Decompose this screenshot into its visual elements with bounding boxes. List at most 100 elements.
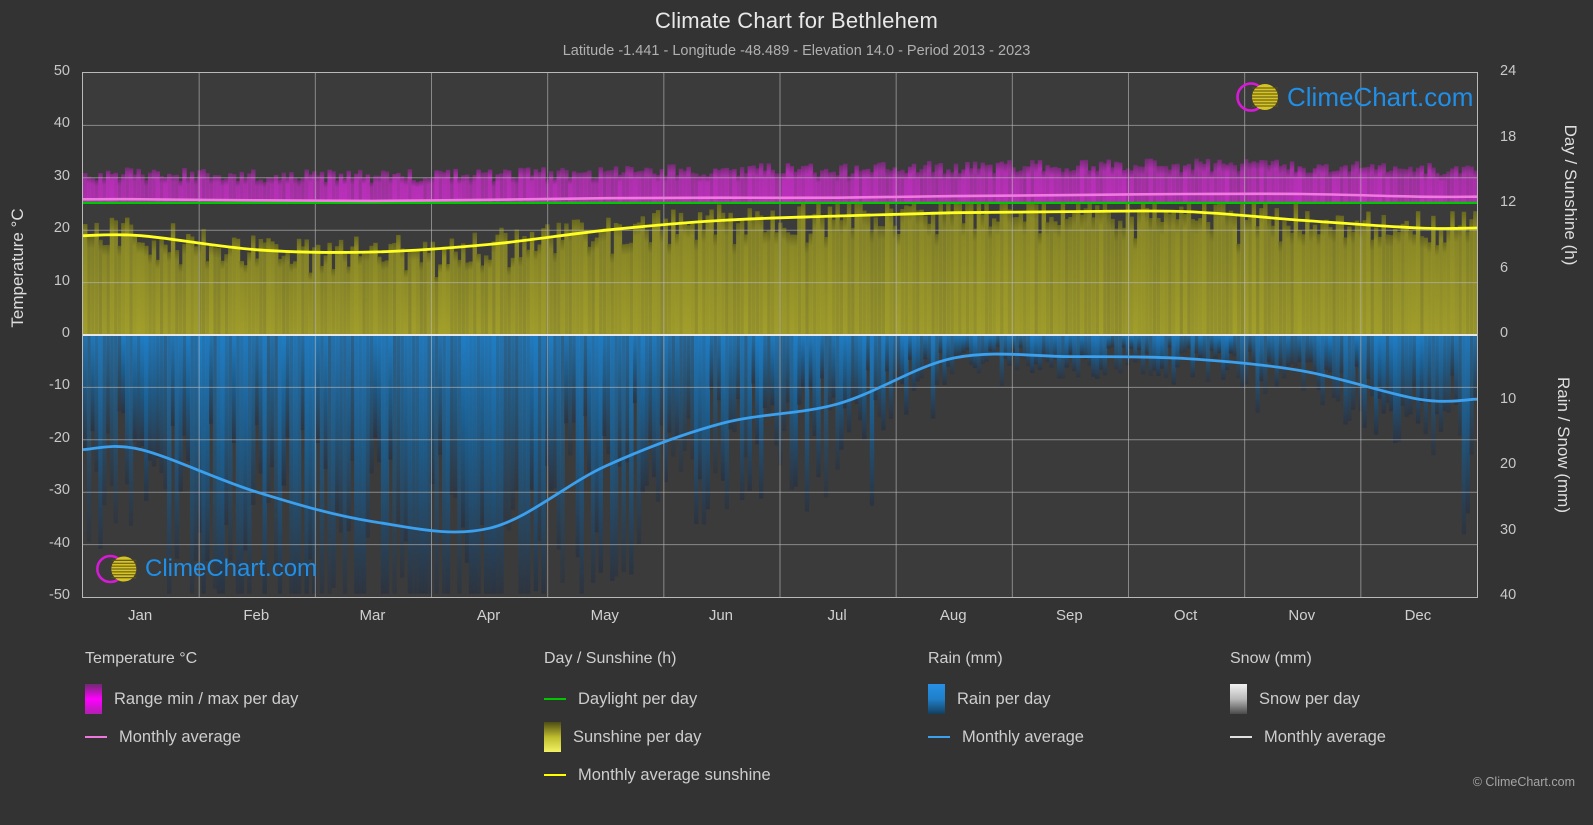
- sunshine-day-bar: [380, 261, 386, 335]
- rain-day-bar: [1354, 335, 1360, 367]
- sunshine-day-bar: [384, 260, 390, 335]
- climechart-logo-text: ClimeChart.com: [1287, 81, 1474, 112]
- sunshine-day-bar: [526, 249, 531, 335]
- sunshine-day-bar: [1255, 226, 1260, 335]
- rain-day-bar: [991, 335, 997, 355]
- rain-day-bar: [1121, 335, 1127, 348]
- sunshine-day-bar: [449, 238, 455, 335]
- sunshine-day-bar: [739, 218, 745, 335]
- sunshine-day-bar: [445, 264, 451, 335]
- sunshine-day-bar: [1324, 219, 1329, 335]
- sunshine-day-bar: [781, 227, 787, 335]
- rain-day-bar: [1301, 335, 1306, 392]
- sunshine-day-bar: [1125, 201, 1131, 335]
- sunshine-day-bar: [1049, 216, 1054, 335]
- rain-day-bar: [254, 335, 260, 425]
- sunshine-day-bar: [1312, 224, 1318, 335]
- rain-day-bar: [1396, 335, 1402, 442]
- sunshine-day-bar: [254, 258, 260, 335]
- sunshine-day-bar: [94, 222, 99, 335]
- rain-day-bar: [736, 335, 741, 400]
- sunshine-day-bar: [419, 262, 424, 335]
- legend-item[interactable]: Rain per day: [928, 680, 1084, 718]
- sunshine-day-bar: [785, 232, 791, 335]
- y-axis-right-top-title: Day / Sunshine (h): [1561, 124, 1580, 266]
- rain-day-bar: [1431, 335, 1436, 456]
- rain-day-bar: [102, 335, 107, 506]
- sunshine-day-bar: [1308, 229, 1314, 335]
- rain-day-bar: [1106, 335, 1111, 349]
- legend-item[interactable]: Monthly average: [85, 718, 298, 756]
- legend-heading: Snow (mm): [1230, 650, 1312, 667]
- sunshine-day-bar: [1011, 217, 1016, 335]
- legend-item[interactable]: Monthly average sunshine: [544, 756, 771, 794]
- sunshine-day-bar: [361, 251, 367, 335]
- rain-day-bar: [564, 335, 569, 424]
- sunshine-day-bar: [83, 224, 88, 335]
- rain-day-bar: [1079, 335, 1085, 357]
- sunshine-day-bar: [243, 265, 248, 335]
- rain-day-bar: [1454, 335, 1459, 405]
- legend-line-key: [928, 736, 950, 738]
- rain-day-bar: [781, 335, 787, 431]
- rain-day-bar: [1415, 335, 1421, 424]
- legend-item-label: Range min / max per day: [114, 689, 299, 708]
- sunshine-day-bar: [564, 223, 569, 335]
- y-tick-right: 10: [1500, 390, 1517, 407]
- legend-item[interactable]: Daylight per day: [544, 680, 771, 718]
- rain-day-bar: [457, 335, 462, 594]
- rain-day-bar: [1129, 335, 1134, 349]
- sunshine-day-bar: [216, 247, 222, 335]
- rain-day-bar: [377, 335, 382, 463]
- legend-item[interactable]: Monthly average: [928, 718, 1084, 756]
- legend-item-label: Snow per day: [1259, 689, 1360, 708]
- rain-day-bar: [568, 335, 573, 456]
- rain-day-bar: [1209, 335, 1215, 351]
- sunshine-day-bar: [1160, 221, 1165, 335]
- rain-day-bar: [300, 335, 306, 431]
- y-tick-left: -30: [49, 482, 70, 499]
- rain-day-bar: [827, 335, 833, 411]
- rain-day-bar: [812, 335, 817, 437]
- legend-group-temperature: Temperature °C Range min / max per day Mo…: [85, 650, 298, 756]
- sunshine-day-bar: [678, 212, 684, 335]
- rain-day-bar: [1457, 335, 1463, 436]
- sunshine-day-bar: [946, 201, 951, 335]
- legend-item[interactable]: Sunshine per day: [544, 718, 771, 756]
- legend-item[interactable]: Range min / max per day: [85, 680, 298, 718]
- sunshine-day-bar: [342, 252, 348, 335]
- sunshine-day-bar: [793, 234, 798, 335]
- rain-day-bar: [94, 335, 99, 472]
- sunshine-day-bar: [1465, 231, 1470, 335]
- sunshine-day-bar: [606, 217, 611, 335]
- sunshine-day-bar: [1007, 209, 1012, 335]
- rain-day-bar: [1293, 335, 1299, 367]
- rain-day-bar: [1171, 335, 1176, 385]
- sunshine-day-bar: [529, 231, 535, 335]
- sunshine-day-bar: [625, 243, 630, 335]
- rain-day-bar: [1087, 335, 1092, 366]
- sunshine-day-bar: [1190, 219, 1195, 335]
- sunshine-day-bar: [827, 206, 833, 335]
- rain-day-bar: [415, 335, 420, 594]
- sunshine-day-bar: [1026, 201, 1031, 335]
- rain-day-bar: [526, 335, 531, 594]
- legend-item[interactable]: Snow per day: [1230, 680, 1386, 718]
- rain-day-bar: [888, 335, 894, 419]
- sunshine-day-bar: [667, 243, 672, 335]
- sunshine-day-bar: [86, 236, 92, 335]
- rain-day-bar: [594, 335, 600, 533]
- rain-day-bar: [350, 335, 355, 461]
- y-tick-right: 0: [1500, 325, 1509, 341]
- sunshine-day-bar: [1205, 221, 1211, 335]
- rain-day-bar: [1312, 335, 1318, 375]
- rain-day-bar: [144, 335, 149, 501]
- sunshine-day-bar: [128, 224, 134, 335]
- rain-day-bar: [132, 335, 138, 442]
- rain-day-bar: [1144, 335, 1150, 354]
- rain-day-bar: [1041, 335, 1047, 356]
- rain-day-bar: [907, 335, 913, 360]
- rain-day-bar: [602, 335, 607, 436]
- legend-item[interactable]: Monthly average: [1230, 718, 1386, 756]
- sunshine-day-bar: [319, 265, 325, 335]
